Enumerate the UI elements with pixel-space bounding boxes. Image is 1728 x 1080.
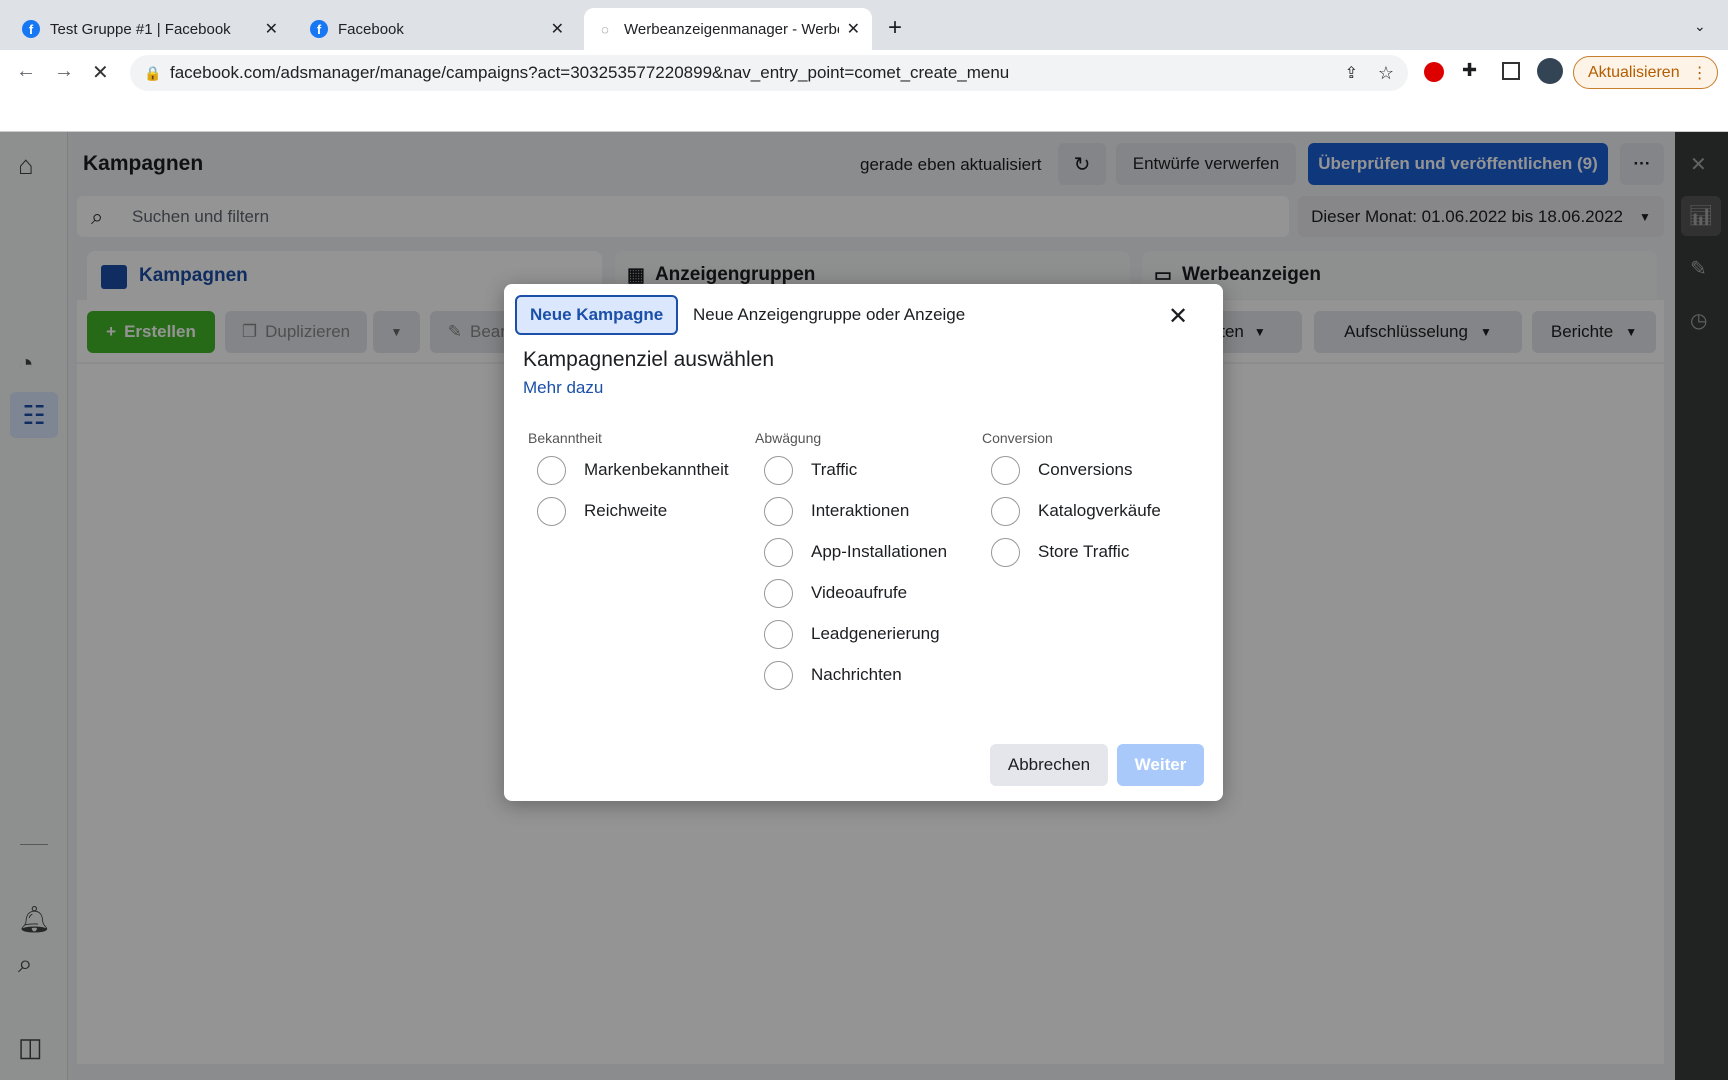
browser-tab[interactable]: f Facebook ✕ — [298, 8, 576, 50]
bookmark-star-icon[interactable]: ☆ — [1378, 63, 1394, 84]
radio-button[interactable] — [764, 619, 793, 649]
objective-option[interactable]: Traffic — [764, 455, 857, 485]
radio-button[interactable] — [764, 660, 793, 690]
objective-option[interactable]: Videoaufrufe — [764, 578, 907, 608]
radio-button[interactable] — [991, 496, 1020, 526]
objective-option[interactable]: App-Installationen — [764, 537, 947, 567]
url-bar[interactable]: 🔒 facebook.com/adsmanager/manage/campaign… — [130, 55, 1408, 91]
objective-option[interactable]: Katalogverkäufe — [991, 496, 1161, 526]
close-tab-icon[interactable]: ✕ — [551, 19, 564, 39]
objective-label: Store Traffic — [1038, 542, 1130, 561]
address-toolbar: ← → ✕ 🔒 facebook.com/adsmanager/manage/ca… — [0, 50, 1728, 132]
update-button[interactable]: Aktualisieren ⋮ — [1573, 56, 1718, 89]
objective-label: Interaktionen — [811, 501, 910, 520]
close-icon[interactable]: ✕ — [1168, 302, 1188, 331]
browser-tab-bar: f Test Gruppe #1 | Facebook ✕ f Facebook ✕ ◌… — [0, 0, 1728, 50]
lock-icon: 🔒 — [144, 64, 162, 81]
objective-label: Nachrichten — [811, 665, 902, 684]
adblock-extension-icon[interactable] — [1424, 62, 1444, 82]
learn-more-link[interactable]: Mehr dazu — [523, 378, 603, 398]
radio-button[interactable] — [991, 537, 1020, 567]
forward-icon[interactable]: → — [54, 60, 74, 83]
menu-icon[interactable]: ⋮ — [1692, 63, 1708, 83]
profile-avatar[interactable] — [1537, 58, 1563, 84]
objective-option[interactable]: Reichweite — [537, 496, 667, 526]
back-icon[interactable]: ← — [16, 60, 36, 83]
objective-option[interactable]: Leadgenerierung — [764, 619, 940, 649]
objective-label: Videoaufrufe — [811, 583, 908, 602]
radio-button[interactable] — [764, 578, 793, 608]
objective-label: Katalogverkäufe — [1038, 501, 1161, 520]
browser-tab-active[interactable]: ◌Werbeanzeigenmanager - Werbeanzeigenman… — [584, 8, 872, 50]
tab-new-campaign[interactable]: Neue Kampagne — [515, 295, 679, 335]
objective-option[interactable]: Markenbekanntheit — [537, 455, 729, 485]
next-button[interactable]: Weiter — [1117, 744, 1204, 786]
close-tab-icon[interactable]: ✕ — [265, 19, 278, 39]
radio-button[interactable] — [764, 496, 793, 526]
objective-label: App-Installationen — [811, 542, 948, 561]
tab-new-adset-or-ad[interactable]: Neue Anzeigengruppe oder Anzeige — [680, 295, 978, 335]
facebook-icon: f — [22, 20, 40, 38]
tab-list-chevron-icon[interactable]: ⌄ — [1694, 18, 1706, 35]
side-panel-icon[interactable] — [1502, 62, 1520, 80]
objective-group-heading: Bekanntheit — [528, 430, 602, 446]
dialog-title: Kampagnenziel auswählen — [523, 348, 775, 371]
objective-label: Leadgenerierung — [811, 624, 940, 643]
radio-button[interactable] — [537, 455, 566, 485]
loading-icon: ◌ — [601, 21, 609, 37]
radio-button[interactable] — [764, 537, 793, 567]
cancel-button[interactable]: Abbrechen — [990, 744, 1108, 786]
objective-group-heading: Conversion — [982, 430, 1053, 446]
objective-option[interactable]: Interaktionen — [764, 496, 909, 526]
radio-button[interactable] — [537, 496, 566, 526]
radio-button[interactable] — [991, 455, 1020, 485]
objective-option[interactable]: Store Traffic — [991, 537, 1129, 567]
stop-loading-icon[interactable]: ✕ — [92, 60, 109, 85]
objective-group-heading: Abwägung — [755, 430, 822, 446]
extensions-icon[interactable]: ✚ — [1462, 60, 1477, 81]
objective-label: Conversions — [1038, 460, 1133, 479]
objective-option[interactable]: Nachrichten — [764, 660, 902, 690]
close-tab-icon[interactable]: ✕ — [847, 19, 860, 39]
new-tab-icon[interactable]: + — [888, 14, 902, 42]
radio-button[interactable] — [764, 455, 793, 485]
facebook-icon: f — [310, 20, 328, 38]
objective-label: Traffic — [811, 460, 858, 479]
share-icon[interactable]: ⇪ — [1345, 63, 1358, 83]
browser-tab[interactable]: f Test Gruppe #1 | Facebook ✕ — [10, 8, 290, 50]
objective-option[interactable]: Conversions — [991, 455, 1133, 485]
create-campaign-dialog: Neue Kampagne Neue Anzeigengruppe oder A… — [504, 284, 1223, 801]
objective-label: Reichweite — [584, 501, 668, 520]
objective-label: Markenbekanntheit — [584, 460, 729, 479]
